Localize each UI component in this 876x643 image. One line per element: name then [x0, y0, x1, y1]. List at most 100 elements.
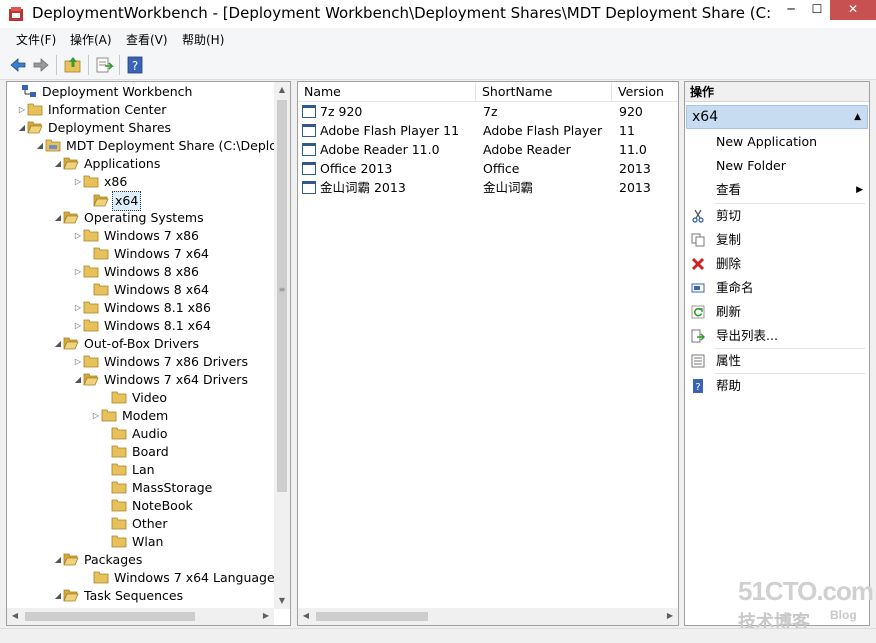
actions-section-x64[interactable]: x64 ▲ — [686, 105, 868, 129]
menu-help[interactable]: 帮助(H) — [182, 31, 224, 48]
action-properties[interactable]: 属性 — [685, 349, 869, 373]
collapse-arrow-icon[interactable]: ◢ — [17, 119, 27, 137]
collapse-arrow-icon[interactable]: ◢ — [53, 587, 63, 605]
tree-node[interactable]: ◢ Deployment Shares — [17, 119, 173, 137]
list-row[interactable]: Adobe Reader 11.0 Adobe Reader 11.0 — [298, 140, 678, 159]
tree-node[interactable]: Wlan — [101, 533, 165, 551]
scroll-left-arrow-icon[interactable]: ◀ — [7, 608, 23, 624]
tree-node[interactable]: ▷ Information Center — [17, 101, 168, 119]
close-button[interactable]: ✕ — [830, 0, 876, 20]
collapse-arrow-icon[interactable]: ◢ — [53, 155, 63, 173]
tree-node[interactable]: Other — [101, 515, 170, 533]
tree-node[interactable]: Video — [101, 389, 169, 407]
tree-node[interactable]: ◢ Out-of-Box Drivers — [53, 335, 201, 353]
scroll-right-arrow-icon[interactable]: ▶ — [258, 608, 274, 624]
tree-node[interactable]: ▷ Windows 7 x86 Drivers — [73, 353, 250, 371]
action-new-application[interactable]: New Application — [685, 130, 869, 154]
column-header-shortname[interactable]: ShortName — [476, 82, 612, 102]
watermark-site: 51CTO.com — [738, 576, 874, 606]
list-row[interactable]: Office 2013 Office 2013 — [298, 159, 678, 178]
expand-arrow-icon[interactable]: ▷ — [73, 173, 83, 191]
folder-icon — [93, 570, 109, 584]
expand-arrow-icon[interactable]: ▷ — [73, 353, 83, 371]
action-rename[interactable]: 重命名 — [685, 276, 869, 300]
column-header-version[interactable]: Version — [612, 82, 678, 102]
tree-node-label: Deployment Shares — [48, 120, 172, 135]
actions-pane: 操作 x64 ▲ New Application New Folder 查看 ▶… — [684, 81, 870, 626]
help-icon[interactable]: ? — [125, 55, 145, 75]
tree-node[interactable]: Board — [101, 443, 171, 461]
list-row[interactable]: Adobe Flash Player 11 Adobe Flash Player 1… — [298, 121, 678, 140]
scroll-down-arrow-icon[interactable]: ▼ — [274, 593, 290, 609]
menu-file[interactable]: 文件(F) — [16, 31, 56, 48]
tree-node[interactable]: ◢ Packages — [53, 551, 144, 569]
tree-node-label: Windows 8 x86 — [104, 264, 200, 279]
tree-node[interactable]: ▷ Windows 8.1 x64 — [73, 317, 213, 335]
list-horizontal-scrollbar[interactable]: ◀ ▶ — [298, 608, 678, 625]
tree-node[interactable]: Deployment Workbench — [11, 83, 194, 101]
scroll-up-arrow-icon[interactable]: ▲ — [274, 82, 290, 98]
action-export-list[interactable]: 导出列表... — [685, 324, 869, 348]
up-folder-icon[interactable] — [63, 55, 83, 75]
tree-node[interactable]: Windows 7 x64 — [83, 245, 211, 263]
tree-node[interactable]: ▷ x86 — [73, 173, 129, 191]
action-refresh[interactable]: 刷新 — [685, 300, 869, 324]
item-list[interactable]: Name ShortName Version 7z 920 7z 920 Adobe … — [297, 81, 679, 626]
tree-vertical-scrollbar[interactable]: ▲ ≡ ▼ — [274, 82, 290, 609]
tree-node[interactable]: ◢ Windows 7 x64 Drivers — [73, 371, 250, 389]
scroll-thumb[interactable] — [316, 612, 428, 621]
action-help[interactable]: ? 帮助 — [685, 374, 869, 398]
maximize-button[interactable]: ☐ — [804, 0, 830, 20]
expand-arrow-icon[interactable]: ▷ — [73, 263, 83, 281]
collapse-arrow-icon[interactable]: ◢ — [35, 137, 45, 155]
tree-node[interactable]: x64 — [83, 191, 142, 211]
collapse-arrow-icon[interactable]: ◢ — [73, 371, 83, 389]
expand-arrow-icon[interactable]: ▷ — [73, 299, 83, 317]
tree-node[interactable]: ▷ Windows 7 x86 — [73, 227, 201, 245]
tree-node[interactable]: Audio — [101, 425, 170, 443]
action-delete[interactable]: 删除 — [685, 252, 869, 276]
tree-node[interactable]: MassStorage — [101, 479, 214, 497]
action-copy[interactable]: 复制 — [685, 228, 869, 252]
collapse-arrow-icon[interactable]: ◢ — [53, 209, 63, 227]
column-header-name[interactable]: Name — [298, 82, 476, 102]
scroll-thumb[interactable] — [25, 612, 195, 621]
list-row[interactable]: 7z 920 7z 920 — [298, 102, 678, 121]
forward-icon[interactable] — [31, 55, 51, 75]
cell-version: 11.0 — [619, 142, 647, 157]
minimize-button[interactable]: ─ — [778, 0, 804, 20]
back-icon[interactable] — [8, 55, 28, 75]
collapse-arrow-icon[interactable]: ◢ — [53, 335, 63, 353]
tree-node[interactable]: ◢ Task Sequences — [53, 587, 185, 605]
collapse-arrow-icon[interactable]: ◢ — [53, 551, 63, 569]
menu-action[interactable]: 操作(A) — [70, 31, 112, 48]
scroll-right-arrow-icon[interactable]: ▶ — [662, 608, 678, 624]
folder-icon — [83, 174, 99, 188]
tree-node[interactable]: ▷ Windows 8 x86 — [73, 263, 201, 281]
export-icon[interactable] — [94, 55, 114, 75]
tree-horizontal-scrollbar[interactable]: ◀ ▶ — [7, 608, 274, 625]
action-view[interactable]: 查看 ▶ — [685, 178, 869, 202]
expand-arrow-icon[interactable]: ▷ — [73, 227, 83, 245]
navigation-tree[interactable]: Deployment Workbench ▷ Information Center ◢… — [6, 81, 291, 626]
tree-node[interactable]: Windows 7 x64 Language Packs — [83, 569, 275, 587]
expand-arrow-icon[interactable]: ▷ — [91, 407, 101, 425]
tree-content: Deployment Workbench ▷ Information Center ◢… — [7, 82, 275, 607]
expand-arrow-icon[interactable]: ▷ — [17, 101, 27, 119]
action-cut[interactable]: 剪切 — [685, 204, 869, 228]
tree-node[interactable]: ◢ MDT Deployment Share (C:\DeploymentShar… — [35, 137, 275, 155]
tree-node[interactable]: NoteBook — [101, 497, 195, 515]
tree-node[interactable]: Lan — [101, 461, 157, 479]
scroll-left-arrow-icon[interactable]: ◀ — [298, 608, 314, 624]
tree-node[interactable]: ◢ Operating Systems — [53, 209, 206, 227]
menu-view[interactable]: 查看(V) — [126, 31, 168, 48]
expand-arrow-icon[interactable]: ▷ — [73, 317, 83, 335]
tree-node[interactable]: Windows 8 x64 — [83, 281, 211, 299]
tree-node[interactable]: ▷ Windows 8.1 x86 — [73, 299, 213, 317]
collapse-arrow-icon[interactable]: ▲ — [854, 106, 861, 128]
refresh-icon — [691, 305, 705, 319]
tree-node[interactable]: ▷ Modem — [91, 407, 170, 425]
action-new-folder[interactable]: New Folder — [685, 154, 869, 178]
tree-node[interactable]: ◢ Applications — [53, 155, 162, 173]
list-row[interactable]: 金山词霸 2013 金山词霸 2013 — [298, 178, 678, 197]
